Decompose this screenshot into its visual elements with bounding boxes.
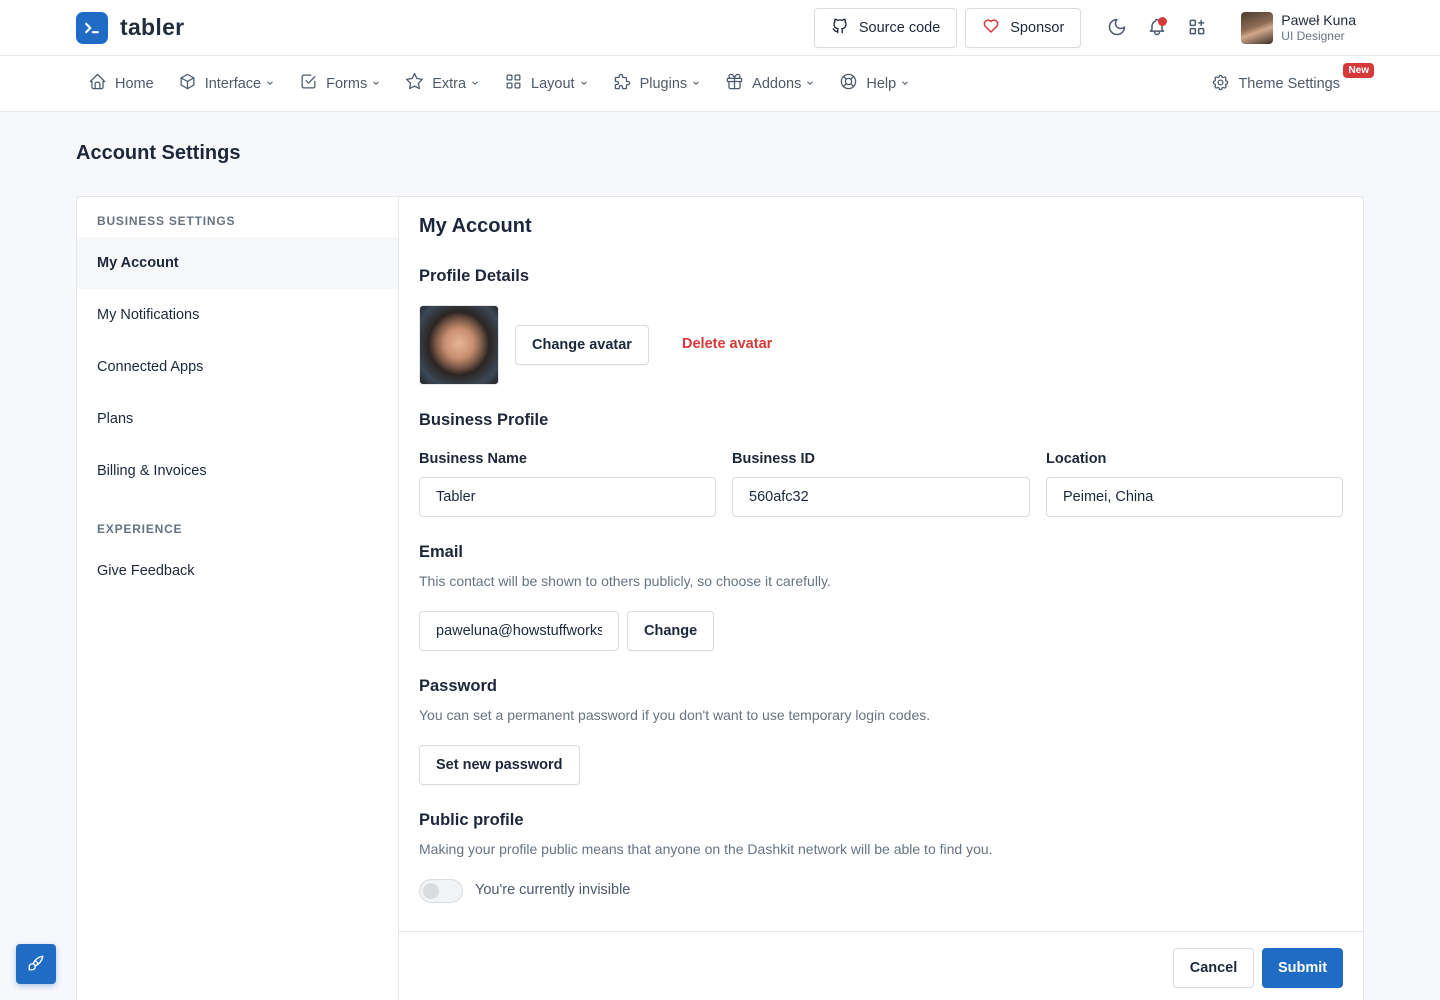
user-name: Paweł Kuna — [1281, 12, 1356, 28]
source-code-label: Source code — [858, 20, 941, 36]
card-footer-divider — [399, 931, 1363, 932]
profile-avatar — [419, 305, 499, 385]
chevron-down-icon — [691, 76, 701, 92]
nav-help[interactable]: Help — [827, 56, 922, 112]
nav-interface[interactable]: Interface — [166, 56, 287, 112]
theme-settings-link[interactable]: Theme Settings New — [1199, 56, 1374, 112]
brand-logo[interactable]: tabler — [76, 11, 185, 44]
top-header: tabler Source code Sponsor Paweł Kuna UI… — [0, 0, 1440, 56]
chevron-down-icon — [470, 76, 480, 92]
business-profile-heading: Business Profile — [419, 411, 549, 429]
chevron-down-icon — [265, 76, 275, 92]
heart-icon — [982, 17, 1000, 39]
account-form: My Account Profile Details Change avatar… — [399, 197, 1363, 1000]
sidebar-section-business: BUSINESS SETTINGS — [97, 214, 236, 228]
theme-settings[interactable]: Theme Settings New — [1199, 56, 1374, 112]
business-name-label: Business Name — [419, 451, 527, 467]
new-badge: New — [1343, 63, 1374, 78]
submit-button[interactable]: Submit — [1262, 948, 1343, 988]
section-title: My Account — [419, 215, 532, 237]
public-profile-description: Making your profile public means that an… — [419, 841, 993, 857]
nav-plugins[interactable]: Plugins — [601, 56, 714, 112]
source-code-button[interactable]: Source code — [813, 8, 958, 48]
gift-icon — [725, 72, 744, 95]
business-name-input[interactable] — [419, 477, 716, 517]
email-heading: Email — [419, 543, 464, 561]
public-profile-toggle[interactable] — [419, 879, 463, 903]
theme-customizer-button[interactable] — [16, 944, 56, 984]
change-avatar-button[interactable]: Change avatar — [515, 325, 649, 365]
header-actions: Source code Sponsor Paweł Kuna UI Design… — [806, 0, 1356, 56]
home-icon — [88, 72, 107, 95]
sidebar-item-my-account[interactable]: My Account — [77, 237, 398, 289]
avatar — [1241, 12, 1274, 44]
sponsor-button[interactable]: Sponsor — [965, 8, 1082, 48]
apps-button[interactable] — [1177, 8, 1217, 48]
puzzle-icon — [613, 72, 632, 95]
chevron-down-icon — [805, 76, 815, 92]
public-profile-toggle-label: You're currently invisible — [475, 882, 631, 898]
nav-extra[interactable]: Extra — [393, 56, 492, 112]
sponsor-label: Sponsor — [1010, 20, 1065, 36]
sidebar-item-plans[interactable]: Plans — [77, 393, 398, 445]
profile-details-heading: Profile Details — [419, 267, 530, 285]
nav-addons[interactable]: Addons — [713, 56, 827, 112]
star-icon — [405, 72, 424, 95]
location-label: Location — [1046, 451, 1107, 467]
sidebar-item-connected-apps[interactable]: Connected Apps — [77, 341, 398, 393]
nav-forms[interactable]: Forms — [287, 56, 393, 112]
nav-plugins-label: Plugins — [639, 75, 688, 92]
nav-layout[interactable]: Layout — [492, 56, 601, 112]
nav-home-label: Home — [115, 75, 154, 92]
password-description: You can set a permanent password if you … — [419, 707, 931, 723]
chevron-down-icon — [900, 76, 910, 92]
nav-addons-label: Addons — [752, 75, 802, 92]
settings-card: BUSINESS SETTINGS My Account My Notifica… — [76, 196, 1364, 1000]
tabler-logo-icon — [76, 11, 108, 44]
sidebar-item-give-feedback[interactable]: Give Feedback — [77, 545, 398, 597]
dark-mode-toggle[interactable] — [1097, 8, 1137, 48]
user-menu[interactable]: Paweł Kuna UI Designer — [1241, 12, 1356, 44]
change-email-button[interactable]: Change — [627, 611, 715, 651]
email-input[interactable] — [419, 611, 619, 651]
chevron-down-icon — [371, 76, 381, 92]
chevron-down-icon — [579, 76, 589, 92]
sidebar-item-my-notifications[interactable]: My Notifications — [77, 289, 398, 341]
moon-icon — [1107, 17, 1127, 40]
main-navbar: Home Interface Forms Extra Layout Plugin… — [0, 56, 1440, 112]
checkbox-icon — [299, 72, 318, 95]
nav-home[interactable]: Home — [76, 56, 166, 112]
toggle-knob — [423, 883, 439, 899]
brand-name: tabler — [120, 14, 185, 40]
theme-settings-label: Theme Settings — [1238, 76, 1340, 92]
settings-icon — [1211, 73, 1230, 96]
nav-help-label: Help — [866, 75, 897, 92]
brush-icon — [27, 954, 45, 975]
package-icon — [178, 72, 197, 95]
nav-extra-label: Extra — [432, 75, 467, 92]
location-input[interactable] — [1046, 477, 1343, 517]
sidebar-section-experience: EXPERIENCE — [97, 522, 183, 536]
lifebuoy-icon — [839, 72, 858, 95]
sidebar-item-billing[interactable]: Billing & Invoices — [77, 445, 398, 497]
page-title: Account Settings — [76, 142, 241, 164]
layout-grid-icon — [504, 72, 523, 95]
apps-icon — [1187, 17, 1207, 40]
user-role: UI Designer — [1281, 29, 1345, 43]
delete-avatar-button[interactable]: Delete avatar — [682, 336, 772, 352]
business-id-input[interactable] — [732, 477, 1030, 517]
notifications-button[interactable] — [1137, 8, 1177, 48]
set-new-password-button[interactable]: Set new password — [419, 745, 580, 785]
cancel-button[interactable]: Cancel — [1173, 948, 1254, 988]
public-profile-heading: Public profile — [419, 811, 524, 829]
password-heading: Password — [419, 677, 497, 695]
business-id-label: Business ID — [732, 451, 815, 467]
email-description: This contact will be shown to others pub… — [419, 573, 831, 589]
github-icon — [831, 17, 849, 39]
nav-forms-label: Forms — [326, 75, 368, 92]
nav-layout-label: Layout — [531, 75, 575, 92]
settings-sidebar: BUSINESS SETTINGS My Account My Notifica… — [77, 197, 399, 1000]
nav-interface-label: Interface — [204, 75, 262, 92]
